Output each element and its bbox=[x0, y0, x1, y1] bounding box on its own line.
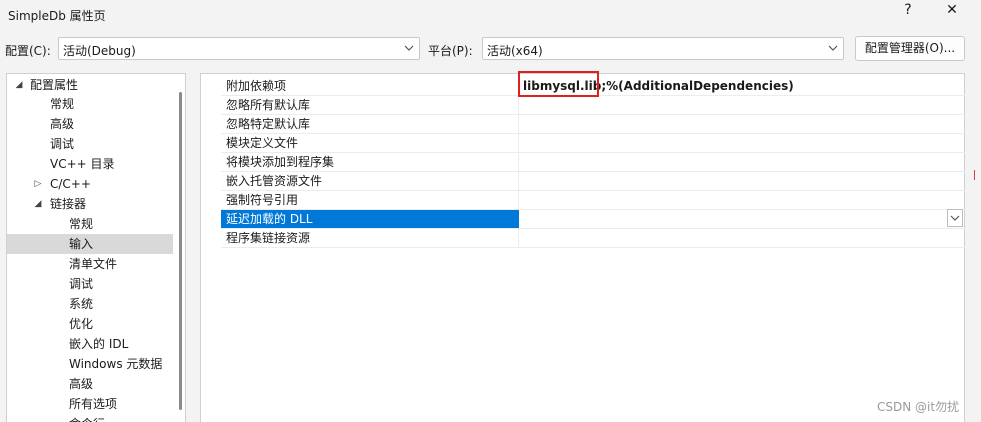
config-select[interactable]: 活动(Debug) bbox=[58, 37, 420, 60]
tree-item-windows-metadata[interactable]: Windows 元数据 bbox=[7, 354, 173, 374]
tree-item-debugging[interactable]: 调试 bbox=[7, 134, 173, 154]
expand-arrow-icon[interactable]: ◢ bbox=[13, 75, 25, 95]
configuration-bar: 配置(C): 活动(Debug) 平台(P): 活动(x64) 配置管理器(O)… bbox=[0, 36, 981, 62]
tree-item-general[interactable]: 常规 bbox=[7, 94, 173, 114]
expand-arrow-icon[interactable]: ◢ bbox=[32, 194, 44, 214]
highlight-annotation-box bbox=[518, 71, 599, 97]
watermark: CSDN @it勿扰 bbox=[877, 400, 960, 414]
chevron-down-icon bbox=[950, 215, 960, 221]
tree-item-linker-advanced[interactable]: 高级 bbox=[7, 374, 173, 394]
tree-item-config-properties[interactable]: ◢ 配置属性 bbox=[7, 75, 173, 95]
close-button[interactable]: ✕ bbox=[932, 0, 972, 22]
tree-item-linker[interactable]: ◢ 链接器 bbox=[7, 194, 173, 214]
property-row-delay-loaded-dlls[interactable]: 延迟加载的 DLL bbox=[221, 210, 965, 229]
tree-item-embedded-idl[interactable]: 嵌入的 IDL bbox=[7, 334, 173, 354]
config-select-value: 活动(Debug) bbox=[63, 44, 136, 58]
tree-item-system[interactable]: 系统 bbox=[7, 294, 173, 314]
window-title: SimpleDb 属性页 bbox=[8, 9, 106, 23]
property-row-ignore-all-default-libs[interactable]: 忽略所有默认库 bbox=[221, 96, 965, 115]
property-tree: ◢ 配置属性 常规 高级 调试 VC++ 目录 ▷ C/C++ ◢ 链接器 常规… bbox=[6, 73, 186, 422]
tree-scrollbar[interactable] bbox=[179, 92, 182, 410]
property-row-add-module-to-assembly[interactable]: 将模块添加到程序集 bbox=[221, 153, 965, 172]
chevron-down-icon bbox=[828, 45, 838, 51]
tree-item-linker-debugging[interactable]: 调试 bbox=[7, 274, 173, 294]
tree-item-c-cpp[interactable]: ▷ C/C++ bbox=[7, 174, 173, 194]
expand-arrow-icon[interactable]: ▷ bbox=[32, 174, 44, 194]
property-grid: 附加依赖项 libmysql.lib;%(AdditionalDependenc… bbox=[200, 73, 965, 422]
config-label: 配置(C): bbox=[5, 44, 51, 58]
property-row-module-definition-file[interactable]: 模块定义文件 bbox=[221, 134, 965, 153]
property-row-embed-managed-resource[interactable]: 嵌入托管资源文件 bbox=[221, 172, 965, 191]
title-bar: SimpleDb 属性页 ? ✕ bbox=[0, 0, 981, 30]
property-row-ignore-specific-default-libs[interactable]: 忽略特定默认库 bbox=[221, 115, 965, 134]
edge-fragment bbox=[974, 170, 978, 180]
configuration-manager-button[interactable]: 配置管理器(O)... bbox=[855, 36, 965, 61]
tree-item-optimization[interactable]: 优化 bbox=[7, 314, 173, 334]
tree-item-vc-directories[interactable]: VC++ 目录 bbox=[7, 154, 173, 174]
tree-item-manifest-file[interactable]: 清单文件 bbox=[7, 254, 173, 274]
tree-item-linker-general[interactable]: 常规 bbox=[7, 214, 173, 234]
property-row-assembly-link-resource[interactable]: 程序集链接资源 bbox=[221, 229, 965, 248]
tree-item-command-line[interactable]: 命令行 bbox=[7, 414, 173, 422]
platform-select[interactable]: 活动(x64) bbox=[482, 37, 844, 60]
tree-item-advanced[interactable]: 高级 bbox=[7, 114, 173, 134]
tree-item-all-options[interactable]: 所有选项 bbox=[7, 394, 173, 414]
platform-label: 平台(P): bbox=[428, 44, 473, 58]
tree-item-linker-input[interactable]: 输入 bbox=[7, 234, 173, 254]
platform-select-value: 活动(x64) bbox=[487, 44, 543, 58]
value-dropdown-button[interactable] bbox=[947, 209, 963, 227]
chevron-down-icon bbox=[404, 45, 414, 51]
property-row-force-symbol-references[interactable]: 强制符号引用 bbox=[221, 191, 965, 210]
help-button[interactable]: ? bbox=[888, 0, 928, 22]
